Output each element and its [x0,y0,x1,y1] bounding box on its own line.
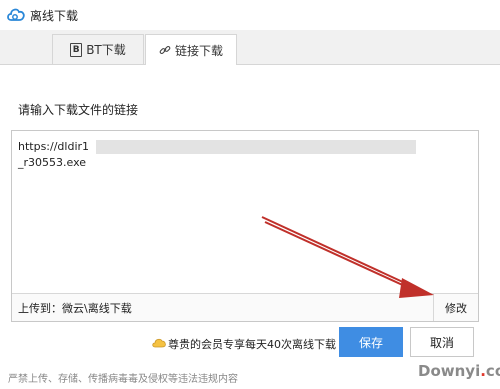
vip-promo-text: 尊贵的会员专享每天40次离线下载 [168,338,336,351]
tab-bt-download[interactable]: B BT下载 [52,34,144,64]
watermark-suffix: com [485,362,500,380]
cancel-button[interactable]: 取消 [410,327,474,357]
legal-notice: 严禁上传、存储、传播病毒毒及侵权等违法违规内容 [8,374,238,385]
window-title: 离线下载 [30,9,79,23]
link-icon [159,46,171,54]
bt-icon: B [70,42,83,57]
watermark-prefix: Downyi [418,362,481,380]
link-input[interactable]: https://dldir1 _r30553.exe 上传到：微云\离线下载 修… [11,130,479,322]
weiyun-cloud-icon [7,8,25,21]
upload-destination-row: 上传到：微云\离线下载 修改 [12,293,478,321]
tab-link-download[interactable]: 链接下载 [145,34,237,65]
tab-bar: B BT下载 链接下载 [0,30,500,65]
vip-cloud-icon [152,338,166,348]
tab-label: BT下载 [86,43,126,57]
link-prompt-label: 请输入下载文件的链接 [18,103,139,117]
tab-label: 链接下载 [174,43,223,58]
title-bar: 离线下载 [0,0,500,31]
blurred-url-segment [96,140,416,154]
watermark-logo: Downyi.com [418,362,500,380]
upload-destination-label: 上传到：微云\离线下载 [18,302,132,315]
save-button[interactable]: 保存 [339,327,403,357]
modify-destination-button[interactable]: 修改 [433,294,478,321]
link-text-line1: https://dldir1 [18,140,90,153]
link-text-line2: _r30553.exe [18,156,87,169]
